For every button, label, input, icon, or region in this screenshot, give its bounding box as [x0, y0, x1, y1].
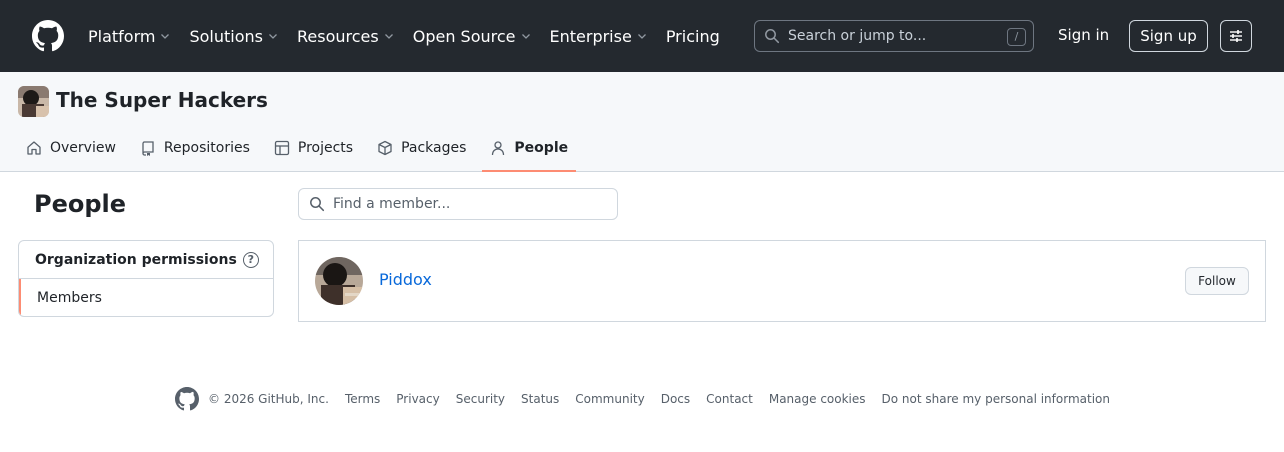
search-icon: [765, 29, 780, 44]
chevron-down-icon: [269, 34, 277, 39]
chevron-down-icon: [384, 34, 393, 39]
footer-link-do-not-share[interactable]: Do not share my personal information: [882, 392, 1110, 406]
tab-label: Projects: [297, 140, 354, 156]
nav-solutions[interactable]: Solutions: [189, 27, 279, 46]
tab-label: Overview: [50, 140, 116, 156]
chevron-down-icon: [161, 34, 170, 39]
sidebar-item-label: Members: [37, 290, 102, 306]
find-member-input[interactable]: [333, 196, 603, 212]
repo-icon: [142, 141, 154, 156]
member-name-link[interactable]: Piddox: [379, 270, 432, 289]
nav-enterprise[interactable]: Enterprise: [550, 27, 648, 46]
permissions-menu: Organization permissions ? Members: [18, 240, 274, 317]
nav-label: Enterprise: [549, 26, 632, 46]
tab-label: Packages: [401, 140, 467, 156]
global-search-input[interactable]: Search or jump to... /: [754, 20, 1034, 52]
avatar-image: [315, 257, 363, 305]
org-tab-nav: Overview Repositories Projects Packages …: [18, 126, 584, 172]
footer-link-contact[interactable]: Contact: [706, 392, 753, 406]
member-list: Piddox Follow: [298, 240, 1266, 322]
search-shortcut-key: /: [1007, 28, 1026, 46]
chevron-down-icon: [521, 34, 530, 39]
tab-people[interactable]: People: [482, 126, 576, 172]
footer-copyright: © 2026 GitHub, Inc.: [208, 392, 329, 406]
find-member-field[interactable]: [298, 188, 618, 220]
nav-label: Open Source: [412, 26, 516, 46]
org-avatar[interactable]: [18, 86, 49, 117]
global-nav: Platform Solutions Resources Open Source…: [88, 0, 738, 72]
nav-label: Resources: [297, 26, 379, 46]
person-icon: [492, 141, 505, 156]
sidebar-item-members[interactable]: Members: [19, 279, 273, 316]
tab-label: People: [514, 140, 569, 156]
search-placeholder: Search or jump to...: [788, 28, 927, 44]
footer-link-security[interactable]: Security: [456, 392, 505, 406]
sign-up-button[interactable]: Sign up: [1129, 20, 1208, 52]
tab-repositories[interactable]: Repositories: [132, 126, 258, 170]
global-header: Platform Solutions Resources Open Source…: [0, 0, 1284, 72]
nav-platform[interactable]: Platform: [88, 27, 171, 46]
home-icon: [27, 141, 41, 155]
permissions-header: Organization permissions ?: [19, 241, 273, 279]
github-logo-icon[interactable]: [175, 387, 199, 411]
nav-label: Solutions: [189, 26, 263, 46]
help-icon[interactable]: ?: [242, 251, 259, 268]
footer-link-status[interactable]: Status: [521, 392, 559, 406]
sign-in-link[interactable]: Sign in: [1058, 26, 1109, 44]
footer-link-privacy[interactable]: Privacy: [396, 392, 439, 406]
org-name[interactable]: The Super Hackers: [56, 88, 268, 112]
project-table-icon: [274, 140, 290, 156]
tab-packages[interactable]: Packages: [369, 126, 474, 170]
footer-link-manage-cookies[interactable]: Manage cookies: [769, 392, 866, 406]
chevron-down-icon: [637, 34, 646, 39]
github-logo-icon[interactable]: [32, 20, 64, 52]
tab-overview[interactable]: Overview: [18, 126, 124, 170]
permissions-title: Organization permissions: [35, 251, 237, 268]
avatar[interactable]: [315, 257, 363, 305]
nav-open-source[interactable]: Open Source: [413, 27, 532, 46]
nav-label: Pricing: [665, 26, 720, 46]
footer-link-community[interactable]: Community: [575, 392, 644, 406]
tab-projects[interactable]: Projects: [266, 126, 361, 170]
footer-link-docs[interactable]: Docs: [661, 392, 690, 406]
settings-menu-button[interactable]: [1220, 20, 1252, 52]
sliders-icon: [1230, 30, 1242, 42]
tab-label: Repositories: [163, 140, 250, 156]
nav-pricing[interactable]: Pricing: [666, 27, 720, 46]
nav-resources[interactable]: Resources: [297, 27, 395, 46]
org-avatar-image: [18, 86, 49, 117]
package-icon: [378, 140, 392, 156]
follow-button[interactable]: Follow: [1185, 267, 1249, 295]
page-title: People: [34, 190, 127, 218]
footer: © 2026 GitHub, Inc. Terms Privacy Securi…: [175, 387, 1126, 411]
search-icon: [310, 197, 325, 212]
footer-link-terms[interactable]: Terms: [345, 392, 380, 406]
nav-label: Platform: [88, 26, 156, 46]
